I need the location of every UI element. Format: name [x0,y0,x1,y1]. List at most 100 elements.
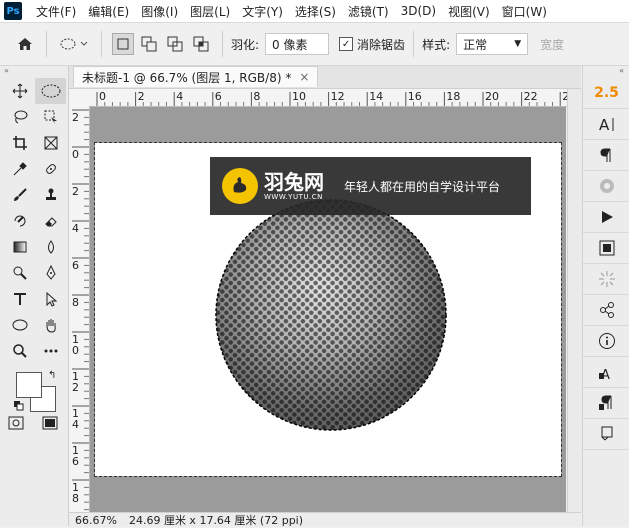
photoshop-logo: Ps [4,2,22,20]
swap-colors-icon[interactable]: ↰ [48,370,56,381]
vertical-ruler[interactable]: 2024681012141618 [69,106,90,512]
more-tools-icon[interactable] [35,338,66,364]
ruler-v-label: 0 [72,344,79,357]
elliptical-marquee-tool-icon[interactable] [35,78,66,104]
feather-input[interactable]: 0 像素 [265,33,330,55]
default-colors-icon[interactable] [14,400,24,411]
ruler-v-label: 2 [72,381,79,394]
eyedropper-tool-icon[interactable] [4,156,35,182]
collapse-toolbar-icon[interactable]: » [0,66,68,78]
collapse-panels-icon[interactable]: « [583,66,629,78]
menu-select[interactable]: 选择(S) [289,3,342,20]
foreground-color-swatch[interactable] [16,372,42,398]
watermark-url: WWW.YUTU.CN [264,193,323,201]
object-selection-tool-icon[interactable] [35,104,66,130]
antialias-checkbox[interactable]: ✓ [339,37,354,51]
menu-file[interactable]: 文件(F) [30,3,82,20]
ruler-h-label: 6 [215,90,222,103]
menu-3d[interactable]: 3D(D) [395,4,442,18]
layer-comps-icon[interactable] [583,419,629,450]
healing-brush-tool-icon[interactable] [35,156,66,182]
ruler-v-label: 8 [72,296,79,309]
ruler-origin[interactable] [69,89,90,107]
horizontal-ruler[interactable]: 024681012141618202224 [89,89,567,107]
zoom-tool-icon[interactable] [4,338,35,364]
ruler-h-label: 16 [408,90,422,103]
history-brush-tool-icon[interactable] [4,208,35,234]
properties-share-icon[interactable] [583,295,629,326]
ruler-h-label: 10 [292,90,306,103]
style-label: 样式: [422,37,451,52]
paragraph-panel-icon[interactable] [583,140,629,171]
document-tab-title: 未标题-1 @ 66.7% (图层 1, RGB/8) * [82,70,292,85]
zoom-level[interactable]: 66.67% [75,514,117,527]
type-tool-icon[interactable] [4,286,35,312]
eraser-tool-icon[interactable] [35,208,66,234]
menu-type[interactable]: 文字(Y) [236,3,289,20]
ruler-v-label: 4 [72,222,79,235]
screen-mode-icon[interactable] [42,416,58,433]
tools-panel: » ↰ [0,66,69,526]
move-tool-icon[interactable] [4,78,35,104]
style-select[interactable]: 正常 ▼ [456,33,529,55]
actions-play-icon[interactable] [583,202,629,233]
version-badge[interactable]: 2.5 [583,78,629,109]
menu-bar: Ps 文件(F) 编辑(E) 图像(I) 图层(L) 文字(Y) 选择(S) 滤… [0,0,629,23]
ruler-h-label: 4 [176,90,183,103]
color-swatches[interactable]: ↰ [0,368,68,416]
ruler-h-label: 18 [446,90,460,103]
style-select-value: 正常 [463,37,488,52]
character-styles-icon[interactable]: A [583,357,629,388]
intersect-selection-icon[interactable] [190,33,212,55]
adjustments-sun-icon[interactable] [583,264,629,295]
menu-edit[interactable]: 编辑(E) [82,3,135,20]
home-icon[interactable] [14,33,36,55]
divider [46,31,47,57]
ruler-h-label: 0 [99,90,106,103]
dodge-tool-icon[interactable] [4,260,35,286]
brush-tool-icon[interactable] [4,182,35,208]
pen-tool-icon[interactable] [35,260,66,286]
paragraph-styles-icon[interactable] [583,388,629,419]
menu-view[interactable]: 视图(V) [442,3,496,20]
crop-tool-icon[interactable] [4,130,35,156]
add-to-selection-icon[interactable] [138,33,160,55]
ruler-h-label: 20 [485,90,499,103]
watermark-banner: 羽兔网 WWW.YUTU.CN 年轻人都在用的自学设计平台 [210,157,531,215]
ruler-h-label: 8 [253,90,260,103]
lasso-tool-icon[interactable] [4,104,35,130]
ruler-h-label: 14 [369,90,383,103]
close-icon[interactable]: × [299,70,309,84]
quick-mask-icon[interactable] [8,416,24,433]
document-tab[interactable]: 未标题-1 @ 66.7% (图层 1, RGB/8) * × [73,66,319,87]
ellipse-shape-tool-icon[interactable] [4,312,35,338]
menu-window[interactable]: 窗口(W) [496,3,553,20]
ruler-v-label: 2 [72,111,79,124]
feather-label: 羽化: [231,37,260,52]
rabbit-logo-icon [222,168,258,204]
divider [222,31,223,57]
vertical-scrollbar[interactable] [567,89,582,512]
new-selection-icon[interactable] [112,33,134,55]
clone-stamp-tool-icon[interactable] [35,182,66,208]
character-panel-icon[interactable]: A [583,109,629,140]
ruler-h-label: 2 [138,90,145,103]
menu-layer[interactable]: 图层(L) [184,3,236,20]
blur-tool-icon[interactable] [35,234,66,260]
ruler-v-label: 6 [72,259,79,272]
path-selection-tool-icon[interactable] [35,286,66,312]
ruler-v-label: 2 [72,185,79,198]
subtract-from-selection-icon[interactable] [164,33,186,55]
ruler-v-label: 4 [72,418,79,431]
gradient-tool-icon[interactable] [4,234,35,260]
ellipse-marquee-preset-icon[interactable] [57,33,91,55]
libraries-panel-icon[interactable] [583,233,629,264]
width-label: 宽度 [540,37,565,52]
menu-filter[interactable]: 滤镜(T) [342,3,395,20]
frame-tool-icon[interactable] [35,130,66,156]
hand-tool-icon[interactable] [35,312,66,338]
info-panel-icon[interactable] [583,326,629,357]
menu-image[interactable]: 图像(I) [135,3,184,20]
watermark-brand: 羽兔网 [264,170,324,194]
glyphs-panel-icon[interactable] [583,171,629,202]
